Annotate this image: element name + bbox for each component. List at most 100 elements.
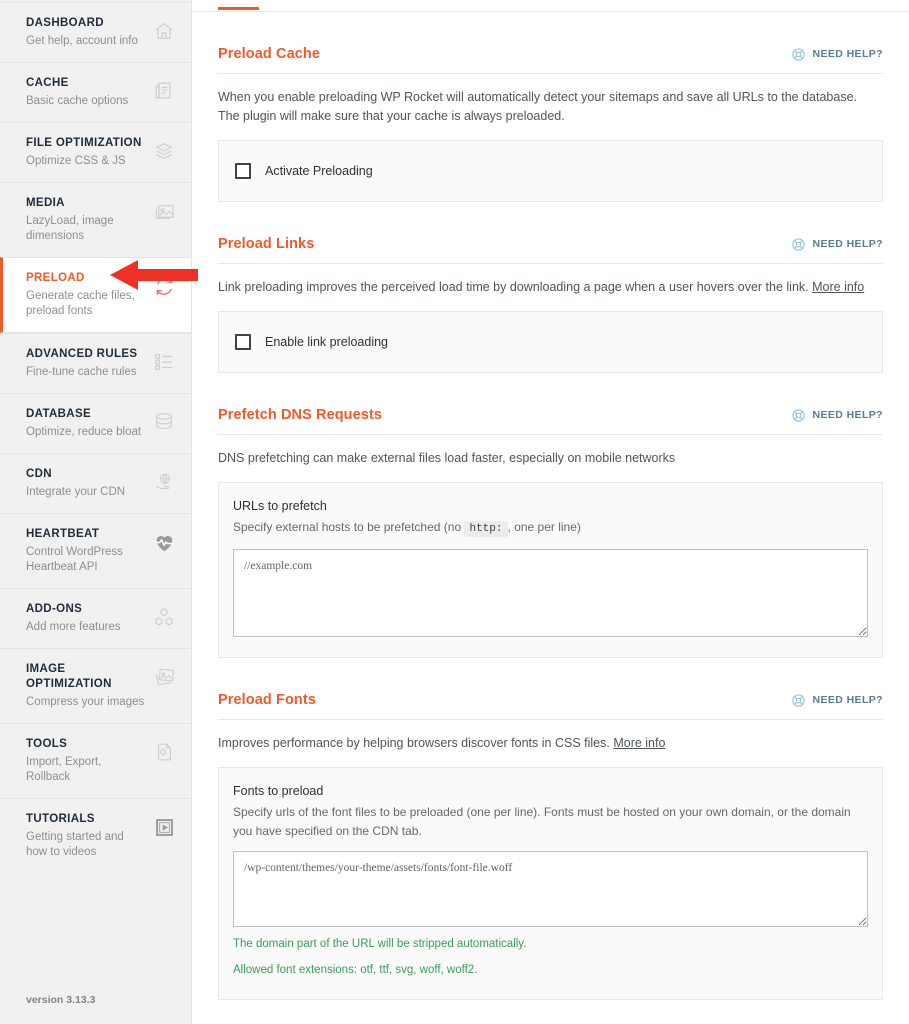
more-info-link[interactable]: More info (812, 280, 864, 294)
section-prefetch-dns-requests: Prefetch DNS Requests NEED HELP? DNS pre… (218, 373, 883, 658)
plugin-version: version 3.13.3 (26, 994, 96, 1006)
refresh-icon (151, 273, 177, 299)
fonts-note-line-1: The domain part of the URL will be strip… (233, 938, 527, 950)
sidebar-nav: DASHBOARD Get help, account info CACHE B… (0, 0, 191, 873)
section-header: Preload Links NEED HELP? (218, 236, 883, 264)
fonts-to-preload-textarea[interactable] (233, 851, 868, 927)
http-code-chip: http: (464, 521, 508, 537)
sidebar-item-title: IMAGE OPTIMIZATION (26, 663, 112, 690)
section-header: Preload Fonts NEED HELP? (218, 692, 883, 720)
settings-sidebar: DASHBOARD Get help, account info CACHE B… (0, 0, 192, 1024)
sidebar-item-heartbeat[interactable]: HEARTBEAT Control WordPress Heartbeat AP… (0, 513, 191, 588)
sidebar-item-text: MEDIA LazyLoad, image dimensions (26, 196, 151, 244)
sidebar-item-title: TUTORIALS (26, 813, 95, 825)
sidebar-item-cache[interactable]: CACHE Basic cache options (0, 62, 191, 122)
heart-pulse-icon (151, 529, 177, 555)
enable-link-preloading-checkbox[interactable] (235, 334, 251, 350)
sidebar-item-title: PRELOAD (26, 272, 85, 284)
sidebar-item-text: HEARTBEAT Control WordPress Heartbeat AP… (26, 527, 151, 575)
sidebar-item-image-optimization[interactable]: IMAGE OPTIMIZATION Compress your images (0, 648, 191, 723)
blocks-icon (151, 604, 177, 630)
need-help-label: NEED HELP? (812, 48, 883, 60)
sidebar-item-text: TUTORIALS Getting started and how to vid… (26, 812, 151, 860)
sidebar-item-subtitle: Get help, account info (26, 35, 138, 47)
sidebar-item-subtitle: Optimize CSS & JS (26, 155, 126, 167)
need-help-label: NEED HELP? (812, 238, 883, 250)
sidebar-item-text: DASHBOARD Get help, account info (26, 16, 151, 49)
section-description: When you enable preloading WP Rocket wil… (218, 90, 858, 123)
prefetch-dns-panel: URLs to prefetch Specify external hosts … (218, 482, 883, 658)
file-gear-icon (151, 739, 177, 765)
sidebar-item-dashboard[interactable]: DASHBOARD Get help, account info (0, 2, 191, 62)
sidebar-item-media[interactable]: MEDIA LazyLoad, image dimensions (0, 182, 191, 257)
sidebar-item-file-optimization[interactable]: FILE OPTIMIZATION Optimize CSS & JS (0, 122, 191, 182)
sidebar-item-tools[interactable]: TOOLS Import, Export, Rollback (0, 723, 191, 798)
urls-to-prefetch-help: Specify external hosts to be prefetched … (233, 518, 868, 549)
section-title: Preload Links (218, 236, 315, 252)
sidebar-item-title: ADVANCED RULES (26, 348, 138, 360)
need-help-link[interactable]: NEED HELP? (791, 47, 883, 62)
urls-to-prefetch-label: URLs to prefetch (233, 499, 327, 513)
more-info-link[interactable]: More info (613, 736, 665, 750)
need-help-link[interactable]: NEED HELP? (791, 693, 883, 708)
wp-rocket-settings-page: DASHBOARD Get help, account info CACHE B… (0, 0, 909, 1024)
checklist-icon (151, 349, 177, 375)
section-header: Prefetch DNS Requests NEED HELP? (218, 407, 883, 435)
sidebar-item-text: PRELOAD Generate cache files, preload fo… (26, 271, 151, 319)
section-title: Preload Fonts (218, 692, 316, 708)
sidebar-item-title: TOOLS (26, 738, 68, 750)
sidebar-item-text: DATABASE Optimize, reduce bloat (26, 407, 151, 440)
save-changes-wrapper: SAVE CHANGES (218, 1000, 883, 1024)
need-help-link[interactable]: NEED HELP? (791, 408, 883, 423)
activate-preloading-label: Activate Preloading (265, 164, 373, 178)
sidebar-item-title: DATABASE (26, 408, 91, 420)
preload-fonts-panel: Fonts to preload Specify urls of the fon… (218, 767, 883, 1000)
sidebar-item-text: FILE OPTIMIZATION Optimize CSS & JS (26, 136, 151, 169)
sidebar-item-subtitle: Optimize, reduce bloat (26, 426, 142, 438)
photos-icon (151, 664, 177, 690)
sidebar-item-text: ADVANCED RULES Fine-tune cache rules (26, 347, 151, 380)
sidebar-item-subtitle: LazyLoad, image dimensions (26, 215, 114, 242)
activate-preloading-checkbox[interactable] (235, 163, 251, 179)
sidebar-item-subtitle: Integrate your CDN (26, 486, 126, 498)
sidebar-item-advanced-rules[interactable]: ADVANCED RULES Fine-tune cache rules (0, 333, 191, 393)
home-icon (151, 18, 177, 44)
sidebar-item-text: CDN Integrate your CDN (26, 467, 151, 500)
sidebar-item-cdn[interactable]: CDN Integrate your CDN (0, 453, 191, 513)
section-title: Preload Cache (218, 46, 321, 62)
activate-preloading-row[interactable]: Activate Preloading (233, 159, 868, 183)
cdn-globe-hand-icon (151, 469, 177, 495)
section-description: Link preloading improves the perceived l… (218, 264, 878, 297)
need-help-link[interactable]: NEED HELP? (791, 237, 883, 252)
sidebar-item-title: FILE OPTIMIZATION (26, 137, 142, 149)
sidebar-item-title: DASHBOARD (26, 17, 104, 29)
sidebar-item-text: ADD-ONS Add more features (26, 602, 151, 635)
need-help-label: NEED HELP? (812, 694, 883, 706)
sidebar-item-subtitle: Add more features (26, 621, 121, 633)
image-icon (151, 198, 177, 224)
lifebuoy-icon (791, 693, 806, 708)
sidebar-item-add-ons[interactable]: ADD-ONS Add more features (0, 588, 191, 648)
sidebar-item-tutorials[interactable]: TUTORIALS Getting started and how to vid… (0, 798, 191, 873)
sidebar-item-title: MEDIA (26, 197, 65, 209)
urls-to-prefetch-textarea[interactable] (233, 549, 868, 637)
sidebar-item-subtitle: Generate cache files, preload fonts (26, 290, 135, 317)
help-text-post: , one per line) (507, 520, 581, 534)
settings-content: Preload Cache NEED HELP? When you enable… (192, 12, 909, 1024)
sidebar-item-text: IMAGE OPTIMIZATION Compress your images (26, 662, 151, 710)
section-title: Prefetch DNS Requests (218, 407, 383, 423)
section-preload-links: Preload Links NEED HELP? Link preloading… (218, 202, 883, 373)
settings-main-panel: Preload Cache NEED HELP? When you enable… (192, 0, 909, 1024)
active-tab-indicator (218, 7, 259, 10)
sidebar-item-subtitle: Getting started and how to videos (26, 831, 124, 858)
enable-link-preloading-row[interactable]: Enable link preloading (233, 330, 868, 354)
sidebar-item-database[interactable]: DATABASE Optimize, reduce bloat (0, 393, 191, 453)
help-text-pre: Specify external hosts to be prefetched … (233, 520, 462, 534)
tab-bar (192, 0, 909, 12)
database-icon (151, 409, 177, 435)
fonts-to-preload-help: Specify urls of the font files to be pre… (233, 805, 851, 838)
section-description-text: Improves performance by helping browsers… (218, 736, 610, 750)
sidebar-item-subtitle: Compress your images (26, 696, 145, 708)
lifebuoy-icon (791, 47, 806, 62)
sidebar-item-preload[interactable]: PRELOAD Generate cache files, preload fo… (0, 257, 191, 333)
